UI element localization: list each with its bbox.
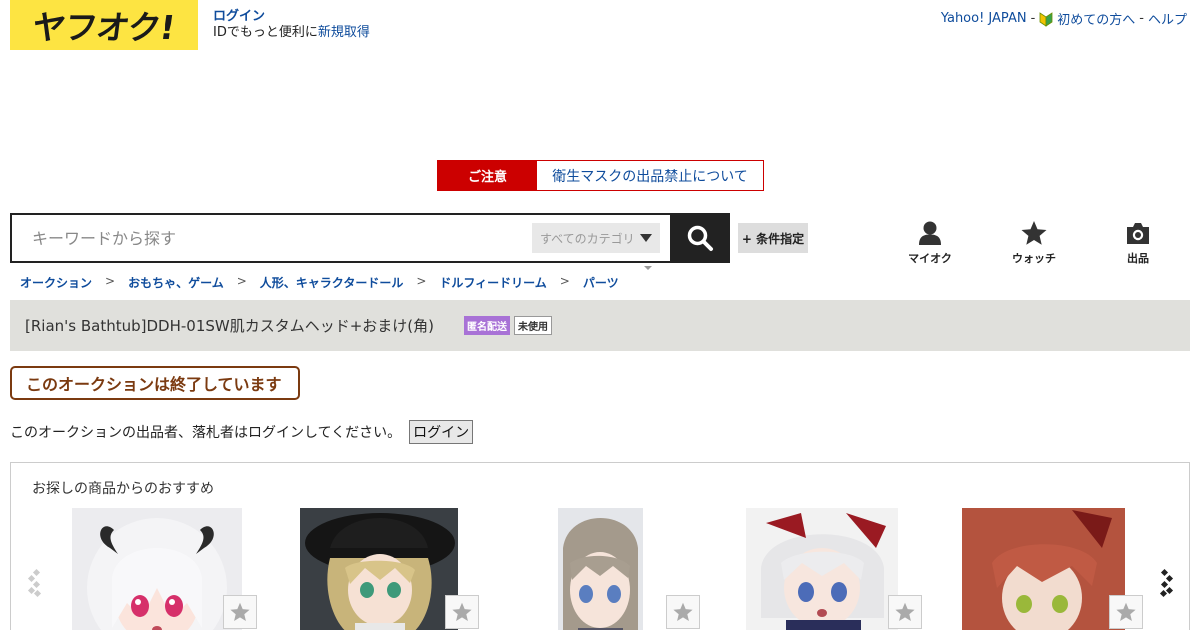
breadcrumb-item[interactable]: パーツ bbox=[583, 274, 619, 291]
notice-banner[interactable]: ご注意 衛生マスクの出品禁止について bbox=[437, 160, 764, 191]
nav-label: マイオク bbox=[908, 252, 952, 265]
breadcrumb-item[interactable]: 人形、キャラクタードール bbox=[260, 274, 404, 291]
seller-login-button[interactable]: ログイン bbox=[409, 420, 474, 444]
recommend-section: お探しの商品からのおすすめ bbox=[10, 462, 1190, 630]
chevron-down-icon bbox=[640, 234, 652, 242]
product-thumbnail[interactable] bbox=[962, 508, 1125, 630]
anonymous-shipping-badge: 匿名配送 bbox=[464, 316, 510, 335]
nav-sell[interactable]: 出品 bbox=[1108, 220, 1168, 266]
carousel-prev-icon[interactable] bbox=[25, 568, 45, 598]
register-link[interactable]: 新規取得 bbox=[318, 25, 370, 40]
item-title-bar: [Rian's Bathtub]DDH-01SW肌カスタムヘッド+おまけ(角) … bbox=[10, 300, 1190, 351]
star-icon bbox=[673, 602, 693, 621]
link-separator: - bbox=[1139, 11, 1144, 26]
product-thumbnail[interactable] bbox=[746, 508, 898, 630]
login-area: ログイン IDでもっと便利に新規取得 bbox=[213, 9, 370, 41]
star-icon bbox=[452, 602, 472, 621]
category-select[interactable]: すべてのカテゴリ bbox=[532, 223, 660, 253]
watch-button[interactable] bbox=[888, 595, 922, 629]
product-thumbnail[interactable] bbox=[558, 508, 643, 630]
product-thumbnail[interactable] bbox=[72, 508, 242, 630]
login-link[interactable]: ログイン bbox=[213, 9, 265, 24]
watch-button[interactable] bbox=[666, 595, 700, 629]
yahoo-japan-link[interactable]: Yahoo! JAPAN bbox=[941, 11, 1027, 26]
seller-message: このオークションの出品者、落札者はログインしてください。 bbox=[10, 425, 402, 441]
star-icon bbox=[1021, 221, 1047, 245]
condition-button[interactable]: + 条件指定 bbox=[738, 223, 808, 253]
nav-label: 出品 bbox=[1127, 252, 1149, 265]
person-icon bbox=[919, 221, 941, 245]
star-icon bbox=[230, 602, 250, 621]
search-bar: すべてのカテゴリ bbox=[10, 213, 730, 263]
condition-badge: 未使用 bbox=[514, 316, 552, 335]
nav-myauction[interactable]: マイオク bbox=[900, 220, 960, 266]
camera-icon bbox=[1127, 223, 1149, 244]
category-select-label: すべてのカテゴリ bbox=[540, 231, 635, 246]
recommend-heading: お探しの商品からのおすすめ bbox=[32, 481, 214, 497]
watch-button[interactable] bbox=[223, 595, 257, 629]
product-thumbnail[interactable] bbox=[300, 508, 458, 630]
breadcrumb-separator: > bbox=[559, 274, 570, 288]
breadcrumb-item[interactable]: ドルフィードリーム bbox=[439, 274, 546, 291]
search-input[interactable] bbox=[12, 215, 532, 261]
breadcrumb-separator: > bbox=[105, 274, 116, 288]
star-icon bbox=[1116, 602, 1136, 621]
breadcrumb-item[interactable]: オークション bbox=[20, 274, 92, 291]
breadcrumb-separator: > bbox=[236, 274, 247, 288]
logo-text: ヤフオク! bbox=[30, 8, 178, 47]
carousel-next-icon[interactable] bbox=[1157, 568, 1177, 598]
watch-button[interactable] bbox=[445, 595, 479, 629]
beginners-link[interactable]: 初めての方へ bbox=[1057, 9, 1135, 28]
beginner-leaf-icon bbox=[1039, 11, 1053, 27]
seller-login-prompt: このオークションの出品者、落札者はログインしてください。 ログイン bbox=[10, 420, 474, 444]
star-icon bbox=[895, 602, 915, 621]
breadcrumb-item[interactable]: おもちゃ、ゲーム bbox=[128, 274, 224, 291]
breadcrumb-separator: > bbox=[416, 274, 427, 288]
link-separator: - bbox=[1030, 11, 1036, 26]
notice-label: ご注意 bbox=[438, 161, 537, 190]
yahuoku-logo[interactable]: ヤフオク! bbox=[10, 0, 198, 50]
watch-button[interactable] bbox=[1109, 595, 1143, 629]
search-button[interactable] bbox=[670, 213, 730, 263]
item-title: [Rian's Bathtub]DDH-01SW肌カスタムヘッド+おまけ(角) bbox=[25, 317, 434, 335]
login-sub-text: IDでもっと便利に bbox=[213, 25, 318, 40]
help-link[interactable]: ヘルプ bbox=[1148, 9, 1187, 28]
search-icon bbox=[687, 225, 713, 251]
nav-watch[interactable]: ウォッチ bbox=[1004, 220, 1064, 266]
auction-ended-label: このオークションは終了しています bbox=[10, 366, 300, 400]
notice-text[interactable]: 衛生マスクの出品禁止について bbox=[537, 161, 763, 190]
breadcrumb: オークション > おもちゃ、ゲーム > 人形、キャラクタードール > ドルフィー… bbox=[20, 274, 619, 291]
nav-label: ウォッチ bbox=[1012, 252, 1056, 265]
caret-down-icon bbox=[644, 266, 652, 270]
top-links: Yahoo! JAPAN - 初めての方へ - ヘルプ bbox=[941, 9, 1187, 28]
